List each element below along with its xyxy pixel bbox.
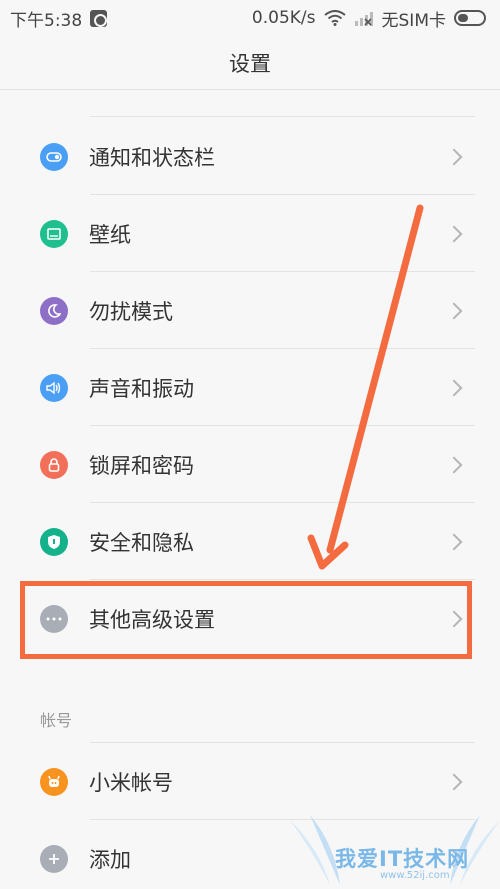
- watermark-text: 我爱IT技术网: [335, 847, 470, 871]
- annotation-arrow: [307, 204, 424, 570]
- watermark-url: www.52ij.com: [380, 870, 450, 881]
